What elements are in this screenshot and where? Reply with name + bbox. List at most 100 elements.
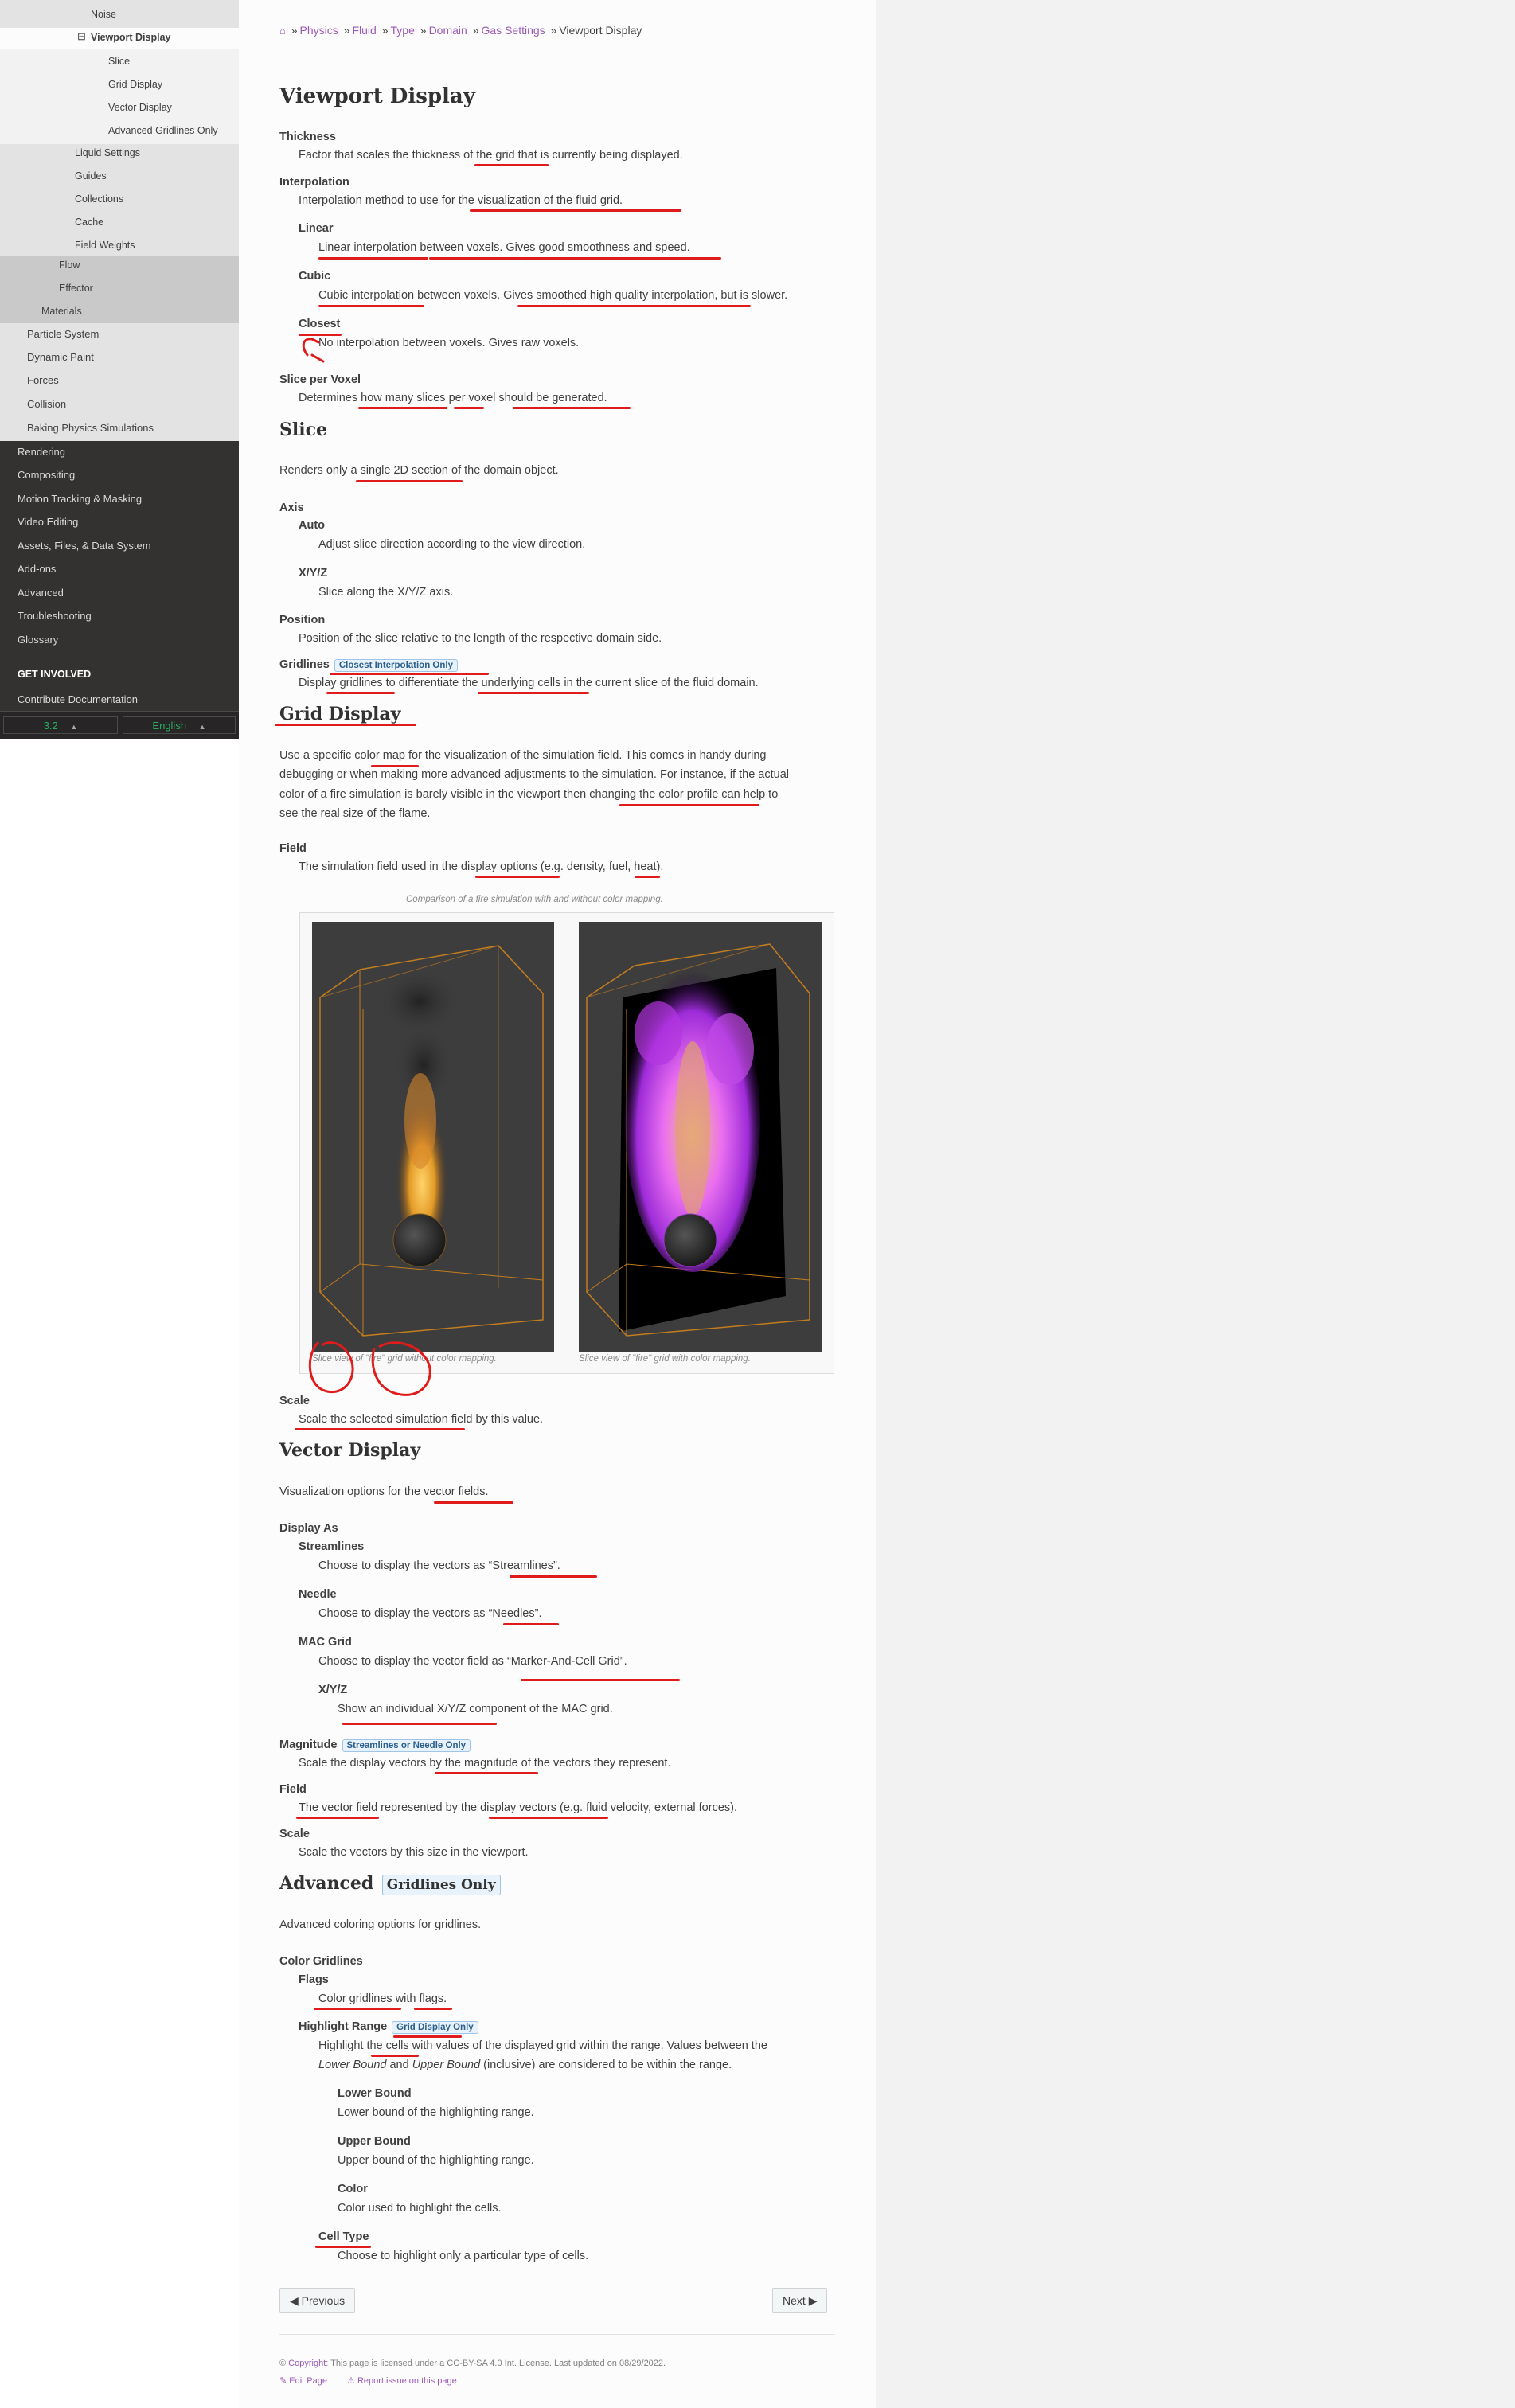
- cubic-term: Cubic: [299, 270, 331, 283]
- magnitude-label: Magnitude: [279, 1739, 338, 1751]
- scale-desc: Scale the selected simulation field by t…: [299, 1413, 544, 1426]
- sidebar-item-baking[interactable]: Baking Physics Simulations: [27, 422, 154, 434]
- auto-term: Auto: [299, 519, 326, 532]
- sidebar-item-glossary[interactable]: Glossary: [18, 634, 58, 646]
- next-label: Next: [783, 2294, 806, 2307]
- advanced-title: Advanced: [279, 1873, 374, 1894]
- previous-label: Previous: [301, 2294, 346, 2307]
- breadcrumb-type[interactable]: Type: [391, 24, 415, 37]
- version-select[interactable]: 3.2 ▲: [3, 716, 118, 734]
- slice-per-voxel-term: Slice per Voxel: [279, 373, 361, 386]
- sidebar-item-dynamic-paint[interactable]: Dynamic Paint: [27, 351, 94, 363]
- sidebar-item-addons[interactable]: Add-ons: [18, 563, 56, 575]
- sidebar-item-assets[interactable]: Assets, Files, & Data System: [18, 540, 151, 552]
- language-select[interactable]: English ▲: [123, 716, 236, 734]
- slice-heading: Slice: [279, 420, 327, 440]
- flags-desc: Color gridlines with flags.: [318, 1992, 447, 2005]
- sidebar-item-motion-tracking[interactable]: Motion Tracking & Masking: [18, 493, 142, 505]
- sidebar-item-materials[interactable]: Materials: [41, 306, 82, 317]
- sidebar-item-guides[interactable]: Guides: [75, 170, 107, 181]
- sidebar-item-cache[interactable]: Cache: [75, 217, 103, 228]
- copyright-line: © Copyright: This page is licensed under…: [279, 2359, 666, 2368]
- mac-grid-desc: Choose to display the vector field as “M…: [318, 1655, 627, 1668]
- lower-bound-ref: Lower Bound: [318, 2059, 387, 2071]
- color-gridlines-term: Color Gridlines: [279, 1955, 363, 1968]
- sidebar-item-advanced[interactable]: Advanced: [18, 587, 64, 599]
- sidebar-item-flow[interactable]: Flow: [59, 260, 80, 271]
- vector-field-term: Field: [279, 1783, 307, 1796]
- get-involved-heading: GET INVOLVED: [18, 669, 92, 680]
- interpolation-term: Interpolation: [279, 176, 349, 189]
- breadcrumb-sep: »: [343, 24, 350, 37]
- sidebar-item-liquid-settings[interactable]: Liquid Settings: [75, 147, 140, 158]
- edit-page-link[interactable]: Edit Page: [289, 2376, 327, 2386]
- breadcrumb-sep: »: [472, 24, 479, 37]
- text-inclusive: (inclusive) are considered to be within …: [480, 2059, 732, 2071]
- sidebar-item-field-weights[interactable]: Field Weights: [75, 240, 135, 251]
- cell-type-term: Cell Type: [318, 2230, 369, 2243]
- breadcrumb-gas-settings[interactable]: Gas Settings: [482, 24, 545, 37]
- home-icon[interactable]: ⌂: [279, 25, 286, 37]
- collapse-icon[interactable]: ⊟: [77, 30, 86, 43]
- sidebar-item-rendering[interactable]: Rendering: [18, 446, 65, 458]
- magnitude-badge: Streamlines or Needle Only: [342, 1739, 471, 1752]
- axis-term: Axis: [279, 502, 304, 514]
- cubic-desc: Cubic interpolation between voxels. Give…: [318, 289, 788, 302]
- sidebar-item-label: Viewport Display: [91, 32, 171, 43]
- advanced-heading: Advanced Gridlines Only: [279, 1873, 501, 1895]
- grid-paragraph-line4: see the real size of the flame.: [279, 807, 431, 820]
- caret-up-icon: ▲: [198, 723, 206, 731]
- sidebar-item-compositing[interactable]: Compositing: [18, 469, 75, 481]
- mac-xyz-desc: Show an individual X/Y/Z component of th…: [338, 1703, 613, 1715]
- thickness-term: Thickness: [279, 131, 336, 143]
- grid-display-heading: Grid Display: [279, 704, 401, 724]
- arrow-left-circle-icon: ◀: [290, 2294, 299, 2307]
- text-and: and: [386, 2059, 412, 2071]
- sidebar-item-advanced-gridlines[interactable]: Advanced Gridlines Only: [108, 125, 218, 136]
- sidebar-item-contribute[interactable]: Contribute Documentation: [18, 693, 138, 705]
- sidebar-item-effector[interactable]: Effector: [59, 283, 93, 294]
- highlight-range-desc-1: Highlight the cells with values of the d…: [318, 2039, 767, 2052]
- xyz-term: X/Y/Z: [299, 567, 328, 580]
- license-text: : This page is licensed under a CC-BY-SA…: [326, 2359, 666, 2368]
- lower-bound-term: Lower Bound: [338, 2087, 412, 2100]
- highlight-range-term: Highlight Range Grid Display Only: [299, 2020, 478, 2034]
- sidebar-item-collections[interactable]: Collections: [75, 193, 123, 205]
- previous-button[interactable]: ◀ Previous: [279, 2288, 356, 2313]
- slice-paragraph: Renders only a single 2D section of the …: [279, 464, 559, 477]
- thickness-desc: Factor that scales the thickness of the …: [299, 149, 683, 162]
- breadcrumb-physics[interactable]: Physics: [300, 24, 338, 37]
- highlight-range-badge: Grid Display Only: [392, 2021, 478, 2034]
- sidebar-item-vector-display[interactable]: Vector Display: [108, 102, 172, 113]
- footer-links: ✎ Edit Page ⚠ Report issue on this page: [279, 2375, 457, 2386]
- language-label: English: [152, 720, 187, 732]
- sidebar-item-slice[interactable]: Slice: [108, 56, 130, 67]
- sidebar-item-collision[interactable]: Collision: [27, 398, 66, 410]
- breadcrumb-fluid[interactable]: Fluid: [352, 24, 376, 37]
- copyright-link[interactable]: Copyright: [288, 2359, 326, 2368]
- sidebar-item-particle-system[interactable]: Particle System: [27, 328, 99, 340]
- vector-scale-term: Scale: [279, 1828, 310, 1840]
- upper-bound-desc: Upper bound of the highlighting range.: [338, 2154, 534, 2167]
- lower-bound-desc: Lower bound of the highlighting range.: [338, 2106, 534, 2119]
- gridlines-desc: Display gridlines to differentiate the u…: [299, 677, 759, 689]
- sidebar-mid-group: [0, 256, 239, 323]
- breadcrumb-domain[interactable]: Domain: [429, 24, 467, 37]
- grid-paragraph-line3: color of a fire simulation is barely vis…: [279, 788, 779, 801]
- vector-field-desc: The vector field represented by the disp…: [299, 1801, 737, 1814]
- grid-paragraph-line1: Use a specific color map for the visuali…: [279, 749, 767, 762]
- sidebar-item-troubleshooting[interactable]: Troubleshooting: [18, 610, 92, 622]
- sidebar-item-noise[interactable]: Noise: [91, 9, 116, 20]
- sidebar-item-forces[interactable]: Forces: [27, 374, 59, 386]
- report-issue-link[interactable]: Report issue on this page: [357, 2376, 457, 2386]
- streamlines-term: Streamlines: [299, 1540, 365, 1553]
- annotation-circles: [308, 1341, 431, 1396]
- gridlines-label: Gridlines: [279, 658, 330, 671]
- flags-term: Flags: [299, 1973, 329, 1986]
- sidebar-item-video-editing[interactable]: Video Editing: [18, 516, 78, 528]
- upper-bound-term: Upper Bound: [338, 2135, 411, 2148]
- sidebar-item-grid-display[interactable]: Grid Display: [108, 79, 162, 90]
- auto-desc: Adjust slice direction according to the …: [318, 538, 586, 551]
- next-button[interactable]: Next ▶: [772, 2288, 828, 2313]
- sidebar-nav: Noise ⊟ Viewport Display Slice Grid Disp…: [0, 0, 239, 739]
